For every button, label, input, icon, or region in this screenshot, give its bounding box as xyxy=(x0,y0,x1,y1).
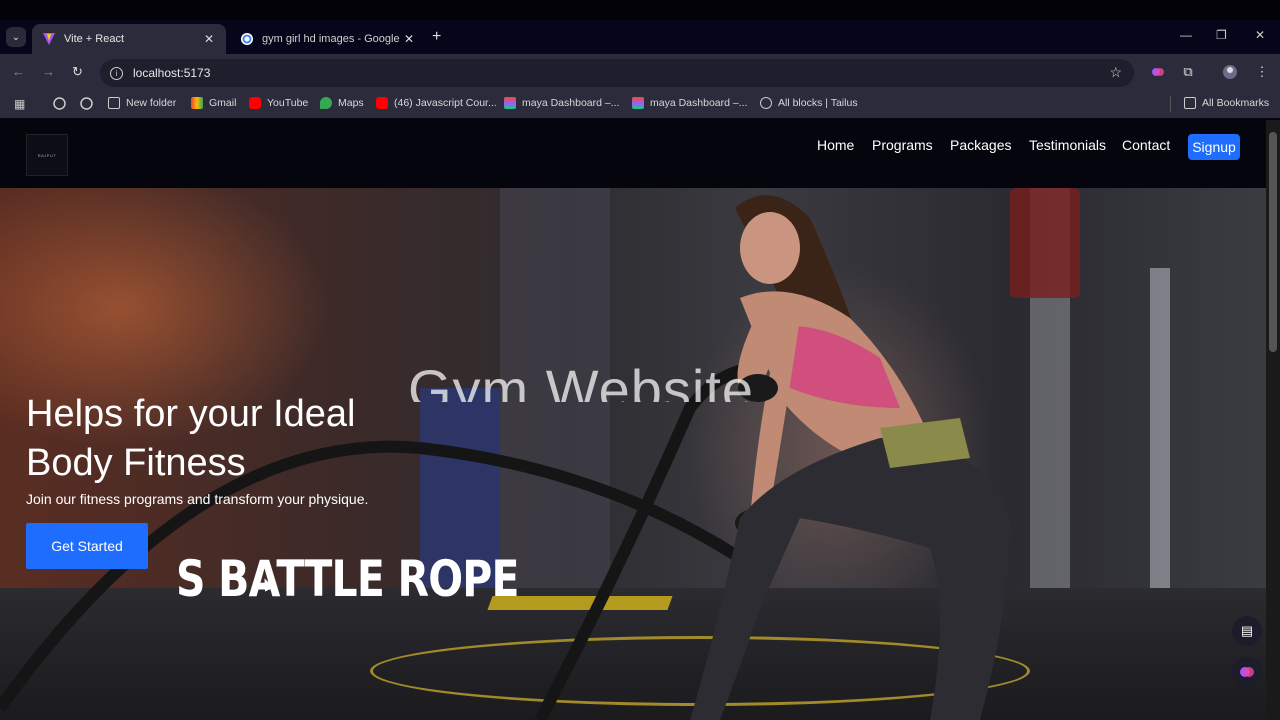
bookmark-star-icon[interactable]: ☆ xyxy=(1109,64,1122,81)
logo-text: RAJPUT xyxy=(37,152,57,158)
bookmark-label: Gmail xyxy=(209,97,237,109)
restore-icon[interactable]: ❐ xyxy=(1216,28,1227,42)
tab-search-button[interactable]: ⌄ xyxy=(6,27,26,47)
gmail-icon xyxy=(191,97,203,109)
bookmark-gmail[interactable]: Gmail xyxy=(191,97,236,109)
apps-grid-icon[interactable]: ▦ xyxy=(14,97,25,111)
bookmark-maya-dashboard-2[interactable]: maya Dashboard –... xyxy=(632,97,747,109)
nav-programs[interactable]: Programs xyxy=(872,137,933,153)
google-icon xyxy=(241,33,253,45)
bookmark-label: YouTube xyxy=(267,97,309,109)
hero-subheading: Join our fitness programs and transform … xyxy=(26,491,369,507)
minimize-icon[interactable]: — xyxy=(1180,28,1192,42)
browser-title-strip xyxy=(0,0,1280,20)
reload-icon[interactable]: ↻ xyxy=(72,64,83,80)
youtube-icon xyxy=(249,97,261,109)
bookmark-label: Maps xyxy=(338,97,364,109)
close-tab-icon[interactable]: ✕ xyxy=(202,32,216,46)
tab-title: gym girl hd images - Google Se xyxy=(262,33,402,45)
all-bookmarks[interactable]: All Bookmarks xyxy=(1184,97,1269,109)
figma-icon xyxy=(632,97,644,109)
close-tab-icon[interactable]: ✕ xyxy=(402,32,416,46)
bookmarks-divider xyxy=(1170,96,1171,112)
youtube-icon xyxy=(376,97,388,109)
figma-icon xyxy=(504,97,516,109)
address-bar[interactable]: i localhost:5173 ☆ xyxy=(100,59,1134,87)
signup-button[interactable]: Signup xyxy=(1188,134,1240,160)
nav-contact[interactable]: Contact xyxy=(1122,137,1170,153)
bookmark-label: (46) Javascript Cour... xyxy=(394,97,497,109)
forward-icon[interactable]: → xyxy=(42,64,55,79)
maps-icon xyxy=(320,97,332,109)
back-icon[interactable]: ← xyxy=(12,64,25,79)
tab-vite-react[interactable]: Vite + React ✕ xyxy=(32,24,226,54)
bookmark-label: maya Dashboard –... xyxy=(650,97,748,109)
folder-icon xyxy=(1184,97,1196,109)
bookmark-label: All Bookmarks xyxy=(1202,97,1270,109)
site-logo[interactable]: RAJPUT xyxy=(26,134,68,176)
globe-icon[interactable] xyxy=(80,97,93,110)
globe-icon[interactable] xyxy=(53,97,66,110)
menu-kebab-icon[interactable]: ⋮ xyxy=(1254,64,1270,80)
page-scrollbar[interactable] xyxy=(1266,120,1280,720)
site-info-icon[interactable]: i xyxy=(110,66,123,80)
url-text: localhost:5173 xyxy=(133,66,211,80)
reading-mode-icon[interactable]: ▤ xyxy=(1232,616,1262,646)
tab-title: Vite + React xyxy=(64,33,125,45)
vite-icon xyxy=(43,33,55,45)
copilot-icon[interactable] xyxy=(1150,64,1166,80)
nav-packages[interactable]: Packages xyxy=(950,137,1011,153)
bookmark-maps[interactable]: Maps xyxy=(320,97,364,109)
bookmark-tailus[interactable]: All blocks | Tailus xyxy=(760,97,858,109)
tailus-icon xyxy=(760,97,772,109)
scrollbar-thumb[interactable] xyxy=(1269,132,1277,352)
nav-testimonials[interactable]: Testimonials xyxy=(1029,137,1106,153)
bookmark-youtube[interactable]: YouTube xyxy=(249,97,308,109)
bookmark-javascript-course[interactable]: (46) Javascript Cour... xyxy=(376,97,497,109)
site-navbar: RAJPUT Home Programs Packages Testimonia… xyxy=(0,120,1266,188)
nav-home[interactable]: Home xyxy=(817,137,854,153)
hero-banner-text: S BATTLE ROPE xyxy=(176,550,520,608)
bookmark-label: All blocks | Tailus xyxy=(778,97,858,109)
get-started-button[interactable]: Get Started xyxy=(26,523,148,569)
folder-icon xyxy=(108,97,120,109)
bookmark-label: maya Dashboard –... xyxy=(522,97,620,109)
hero-overlay-title: Gym Website xyxy=(408,358,755,402)
profile-avatar[interactable] xyxy=(1222,64,1238,80)
bookmark-new-folder[interactable]: New folder xyxy=(108,97,176,109)
hero-heading: Helps for your Ideal Body Fitness xyxy=(26,393,356,484)
bookmark-label: New folder xyxy=(126,97,177,109)
hero-section: Gym Website Helps for your Ideal Body Fi… xyxy=(0,188,1266,720)
extensions-icon[interactable]: ⧉ xyxy=(1180,64,1196,80)
copilot-floating-icon[interactable] xyxy=(1232,657,1262,687)
bookmark-maya-dashboard-1[interactable]: maya Dashboard –... xyxy=(504,97,619,109)
new-tab-icon[interactable]: + xyxy=(432,28,441,46)
close-window-icon[interactable]: ✕ xyxy=(1255,28,1265,42)
tab-google-search[interactable]: gym girl hd images - Google Se ✕ xyxy=(230,24,426,54)
web-page: RAJPUT Home Programs Packages Testimonia… xyxy=(0,120,1266,720)
